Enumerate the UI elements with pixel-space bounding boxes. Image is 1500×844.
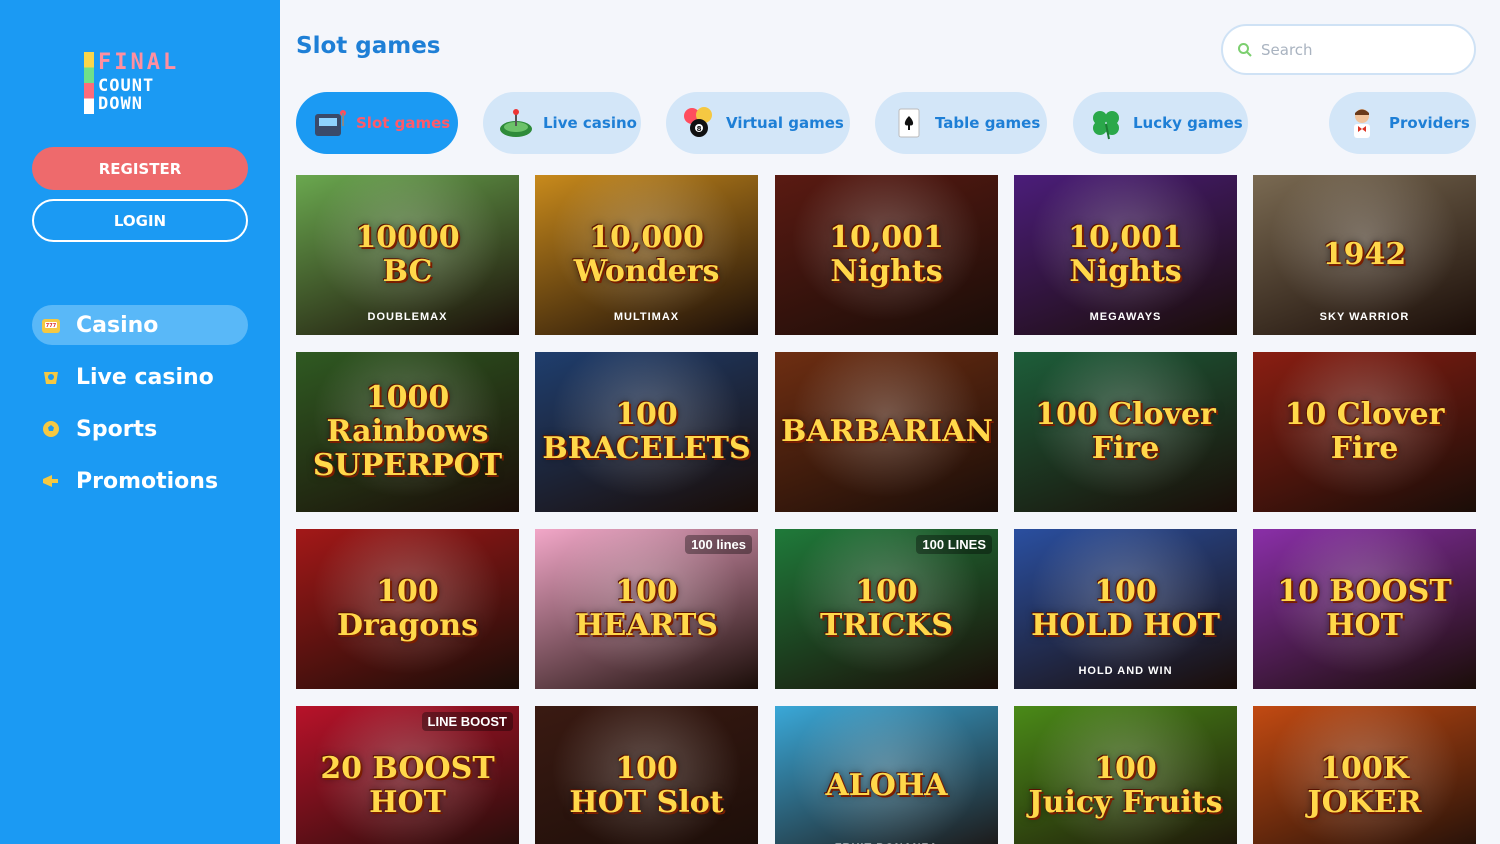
game-title: 1942 xyxy=(1322,237,1407,272)
category-label: Table games xyxy=(935,114,1041,132)
game-title: 100K JOKER xyxy=(1307,751,1422,820)
search-input[interactable] xyxy=(1261,40,1451,59)
game-tile[interactable]: 100 Dragons xyxy=(296,529,519,689)
game-title: 100 TRICKS xyxy=(820,574,953,643)
game-tile[interactable]: BARBARIAN xyxy=(775,352,998,512)
game-tile[interactable]: 20 BOOST HOT LINE BOOST xyxy=(296,706,519,844)
sidebar-item-casino[interactable]: 777 Casino xyxy=(32,305,248,345)
game-subtitle: DOUBLEMAX xyxy=(367,311,448,323)
game-tile[interactable]: 100 HOLD HOT HOLD AND WIN xyxy=(1014,529,1237,689)
sidebar: FINAL COUNT DOWN REGISTER LOGIN 777 Casi… xyxy=(0,0,280,844)
logo-line-2: COUNT xyxy=(98,76,155,96)
roulette-table-icon xyxy=(497,104,535,142)
game-subtitle: MULTIMAX xyxy=(613,311,680,323)
game-tile[interactable]: 100 HEARTS 100 lines xyxy=(535,529,758,689)
game-tile[interactable]: 1942 SKY WARRIOR xyxy=(1253,175,1476,335)
game-tile[interactable]: 10,001 Nights MEGAWAYS xyxy=(1014,175,1237,335)
game-title: 100 Clover Fire xyxy=(1035,397,1216,466)
sidebar-item-label: Promotions xyxy=(76,468,219,494)
category-label: Slot games xyxy=(356,114,451,132)
game-tile[interactable]: 100 Juicy Fruits xyxy=(1014,706,1237,844)
sidebar-item-label: Sports xyxy=(76,416,158,442)
game-title: BARBARIAN xyxy=(781,414,993,449)
game-subtitle: MEGAWAYS xyxy=(1089,311,1162,323)
game-title: 100 HOT Slot xyxy=(569,751,724,820)
category-label: Lucky games xyxy=(1133,114,1243,132)
logo-line-3: DOWN xyxy=(98,94,143,114)
game-tile[interactable]: ALOHAFRUIT BONANZA xyxy=(775,706,998,844)
sidebar-item-sports[interactable]: Sports xyxy=(32,409,248,449)
game-title: 10000 BC xyxy=(355,220,460,289)
game-badge: 100 LINES xyxy=(916,535,992,554)
logo-line-1: FINAL xyxy=(98,50,180,75)
game-tile[interactable]: 100 HOT Slot xyxy=(535,706,758,844)
slot-machine-icon xyxy=(310,104,348,142)
category-virtual-games[interactable]: 8 Virtual games xyxy=(666,92,850,154)
logo-stripe xyxy=(84,52,94,114)
game-badge: 100 lines xyxy=(685,535,752,554)
game-tile[interactable]: 100 TRICKS 100 LINES xyxy=(775,529,998,689)
login-button[interactable]: LOGIN xyxy=(32,199,248,242)
game-title: 10,000 Wonders xyxy=(573,220,720,289)
category-table-games[interactable]: Table games xyxy=(875,92,1047,154)
game-title: 100 HOLD HOT xyxy=(1031,574,1220,643)
category-label: Live casino xyxy=(543,114,637,132)
soccer-ball-icon xyxy=(40,418,62,440)
search-box[interactable] xyxy=(1221,24,1476,75)
sidebar-item-label: Live casino xyxy=(76,364,214,390)
game-title: 100 BRACELETS xyxy=(542,397,751,466)
category-lucky-games[interactable]: Lucky games xyxy=(1073,92,1248,154)
category-live-casino[interactable]: Live casino xyxy=(483,92,641,154)
game-badge: LINE BOOST xyxy=(421,712,513,731)
game-tile[interactable]: 10,001 Nights xyxy=(775,175,998,335)
category-providers[interactable]: Providers xyxy=(1329,92,1476,154)
category-label: Virtual games xyxy=(726,114,844,132)
game-tile[interactable]: 10000 BC DOUBLEMAX xyxy=(296,175,519,335)
game-title: ALOHA xyxy=(825,768,948,803)
playing-card-icon xyxy=(889,104,927,142)
game-subtitle: SKY WARRIOR xyxy=(1319,311,1410,323)
register-button[interactable]: REGISTER xyxy=(32,147,248,190)
game-tile[interactable]: 10 Clover Fire xyxy=(1253,352,1476,512)
game-tile[interactable]: 100 BRACELETS xyxy=(535,352,758,512)
slot-machine-icon: 777 xyxy=(40,314,62,336)
category-label: Providers xyxy=(1389,114,1470,132)
game-title: 100 Dragons xyxy=(337,574,478,643)
dealer-icon xyxy=(40,366,62,388)
game-tile[interactable]: 1000 Rainbows SUPERPOT xyxy=(296,352,519,512)
game-tile[interactable]: 10,000 Wonders MULTIMAX xyxy=(535,175,758,335)
game-title: 20 BOOST HOT xyxy=(320,751,495,820)
billiard-balls-icon: 8 xyxy=(680,104,718,142)
game-title: 10,001 Nights xyxy=(829,220,944,289)
game-tile[interactable]: 100 Clover Fire xyxy=(1014,352,1237,512)
svg-text:8: 8 xyxy=(697,125,702,133)
game-title: 1000 Rainbows SUPERPOT xyxy=(312,380,503,483)
sidebar-nav: 777 Casino Live casino Sports Promotions xyxy=(32,305,248,513)
svg-text:777: 777 xyxy=(46,323,57,329)
game-title: 10,001 Nights xyxy=(1068,220,1183,289)
sidebar-item-live-casino[interactable]: Live casino xyxy=(32,357,248,397)
page-title: Slot games xyxy=(296,33,441,59)
host-icon xyxy=(1343,104,1381,142)
sidebar-item-label: Casino xyxy=(76,312,159,338)
category-slot-games[interactable]: Slot games xyxy=(296,92,458,154)
search-icon xyxy=(1238,42,1252,57)
brand-logo[interactable]: FINAL COUNT DOWN xyxy=(84,52,196,116)
clover-icon xyxy=(1087,104,1125,142)
game-title: 10 Clover Fire xyxy=(1284,397,1445,466)
megaphone-icon xyxy=(40,470,62,492)
game-tile[interactable]: 100K JOKER xyxy=(1253,706,1476,844)
sidebar-item-promotions[interactable]: Promotions xyxy=(32,461,248,501)
game-tile[interactable]: 10 BOOST HOT xyxy=(1253,529,1476,689)
game-subtitle: HOLD AND WIN xyxy=(1078,665,1173,677)
game-title: 100 HEARTS xyxy=(575,574,718,643)
game-title: 10 BOOST HOT xyxy=(1277,574,1452,643)
game-title: 100 Juicy Fruits xyxy=(1028,751,1223,820)
